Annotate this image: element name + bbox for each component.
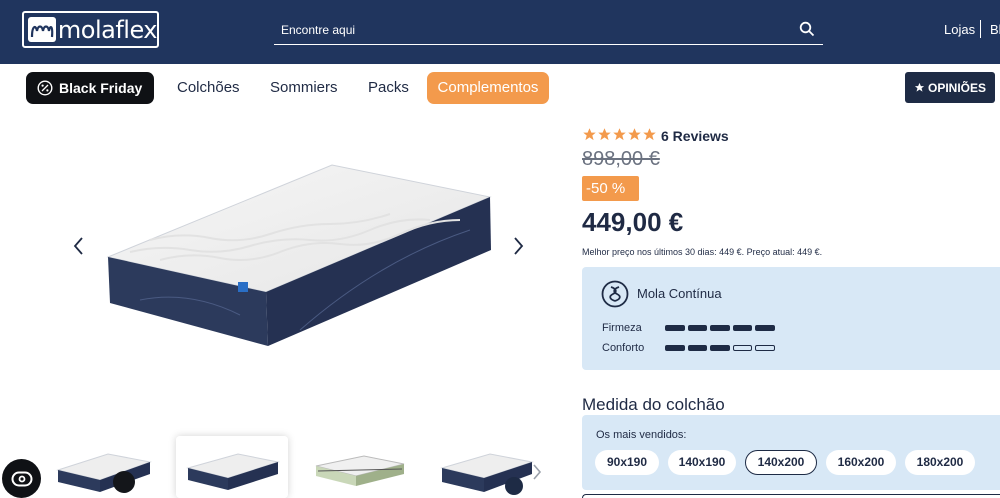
price-history-note: Melhor preço nos últimos 30 dias: 449 €.… [582, 247, 823, 257]
size-option-selected[interactable]: 140x200 [745, 450, 817, 475]
thumbnail-selected[interactable] [176, 436, 288, 498]
comfort-bar [687, 345, 707, 351]
gallery-prev-arrow-icon[interactable] [69, 234, 89, 258]
reviews-button-label: OPINIÕES [927, 80, 986, 95]
old-price: 898,00 € [582, 148, 660, 170]
comfort-bar [710, 345, 730, 351]
comfort-bar [732, 345, 752, 351]
star-icon [628, 128, 641, 141]
comfort-bar [665, 345, 685, 351]
star-icon [643, 128, 656, 141]
chat-button[interactable] [2, 459, 41, 498]
chat-icon [11, 471, 32, 486]
reviews-button[interactable]: OPINIÕES [905, 72, 995, 103]
size-section-title: Medida do colchão [582, 395, 725, 414]
thumbnail[interactable] [432, 436, 544, 498]
nav-item-packs[interactable]: Packs [368, 72, 409, 104]
comfort-label: Conforto [602, 342, 645, 354]
firmness-bar [665, 325, 685, 331]
firmness-bar [687, 325, 707, 331]
best-sellers-label: Os mais vendidos: [596, 429, 687, 441]
discount-badge: -50 % [582, 176, 639, 201]
search-input[interactable]: Encontre aqui [281, 23, 355, 37]
stores-link[interactable]: Lojas [944, 22, 975, 37]
firmness-label: Firmeza [602, 322, 642, 334]
site-header: molaflex Encontre aqui Lojas Bl [0, 0, 1000, 64]
firmness-bar [755, 325, 775, 331]
discount-badge-icon [37, 80, 53, 96]
brand-label-icon [238, 282, 248, 292]
current-price: 449,00 € [582, 207, 684, 237]
nav-item-complementos[interactable]: Complementos [427, 72, 549, 104]
star-icon [613, 128, 626, 141]
star-icon [598, 128, 611, 141]
molaflex-logo[interactable]: molaflex [22, 11, 159, 48]
size-panel: Os mais vendidos: 90x190 140x190 140x200… [582, 415, 1000, 490]
spec-panel: Mola Contínua Firmeza Conforto [582, 267, 1000, 370]
size-option[interactable]: 160x200 [826, 450, 896, 475]
black-friday-button[interactable]: Black Friday [26, 72, 154, 104]
spring-type-label: Mola Contínua [637, 286, 722, 301]
comfort-bar [755, 345, 775, 351]
comfort-meter [665, 345, 778, 351]
product-main-image [106, 164, 492, 346]
star-icon [583, 128, 596, 141]
logo-mark-icon [28, 17, 56, 42]
search-icon[interactable] [799, 21, 815, 37]
thumbnail[interactable] [304, 436, 416, 498]
thumbnail[interactable] [48, 436, 160, 498]
star-icon [914, 82, 925, 92]
size-option[interactable]: 140x190 [668, 450, 736, 475]
header-divider [980, 20, 981, 38]
spring-icon [601, 280, 629, 308]
search-bar[interactable]: Encontre aqui [274, 14, 823, 45]
thumbnail-strip [48, 436, 558, 498]
nav-item-sommiers[interactable]: Sommiers [270, 72, 338, 104]
black-friday-label: Black Friday [59, 80, 143, 96]
blog-link[interactable]: Bl [990, 22, 1000, 37]
nav-item-colchoes[interactable]: Colchões [177, 72, 240, 104]
firmness-bar [710, 325, 730, 331]
firmness-meter [665, 325, 778, 331]
next-section-edge [582, 494, 1000, 498]
size-option[interactable]: 180x200 [905, 450, 975, 475]
thumbnails-next-arrow-icon[interactable] [529, 462, 545, 482]
gallery-next-arrow-icon[interactable] [508, 234, 528, 258]
firmness-bar [732, 325, 752, 331]
size-option[interactable]: 90x190 [595, 450, 659, 475]
reviews-count-link[interactable]: 6 Reviews [661, 128, 729, 144]
rating-stars [582, 127, 657, 142]
logo-text: molaflex [57, 15, 158, 44]
